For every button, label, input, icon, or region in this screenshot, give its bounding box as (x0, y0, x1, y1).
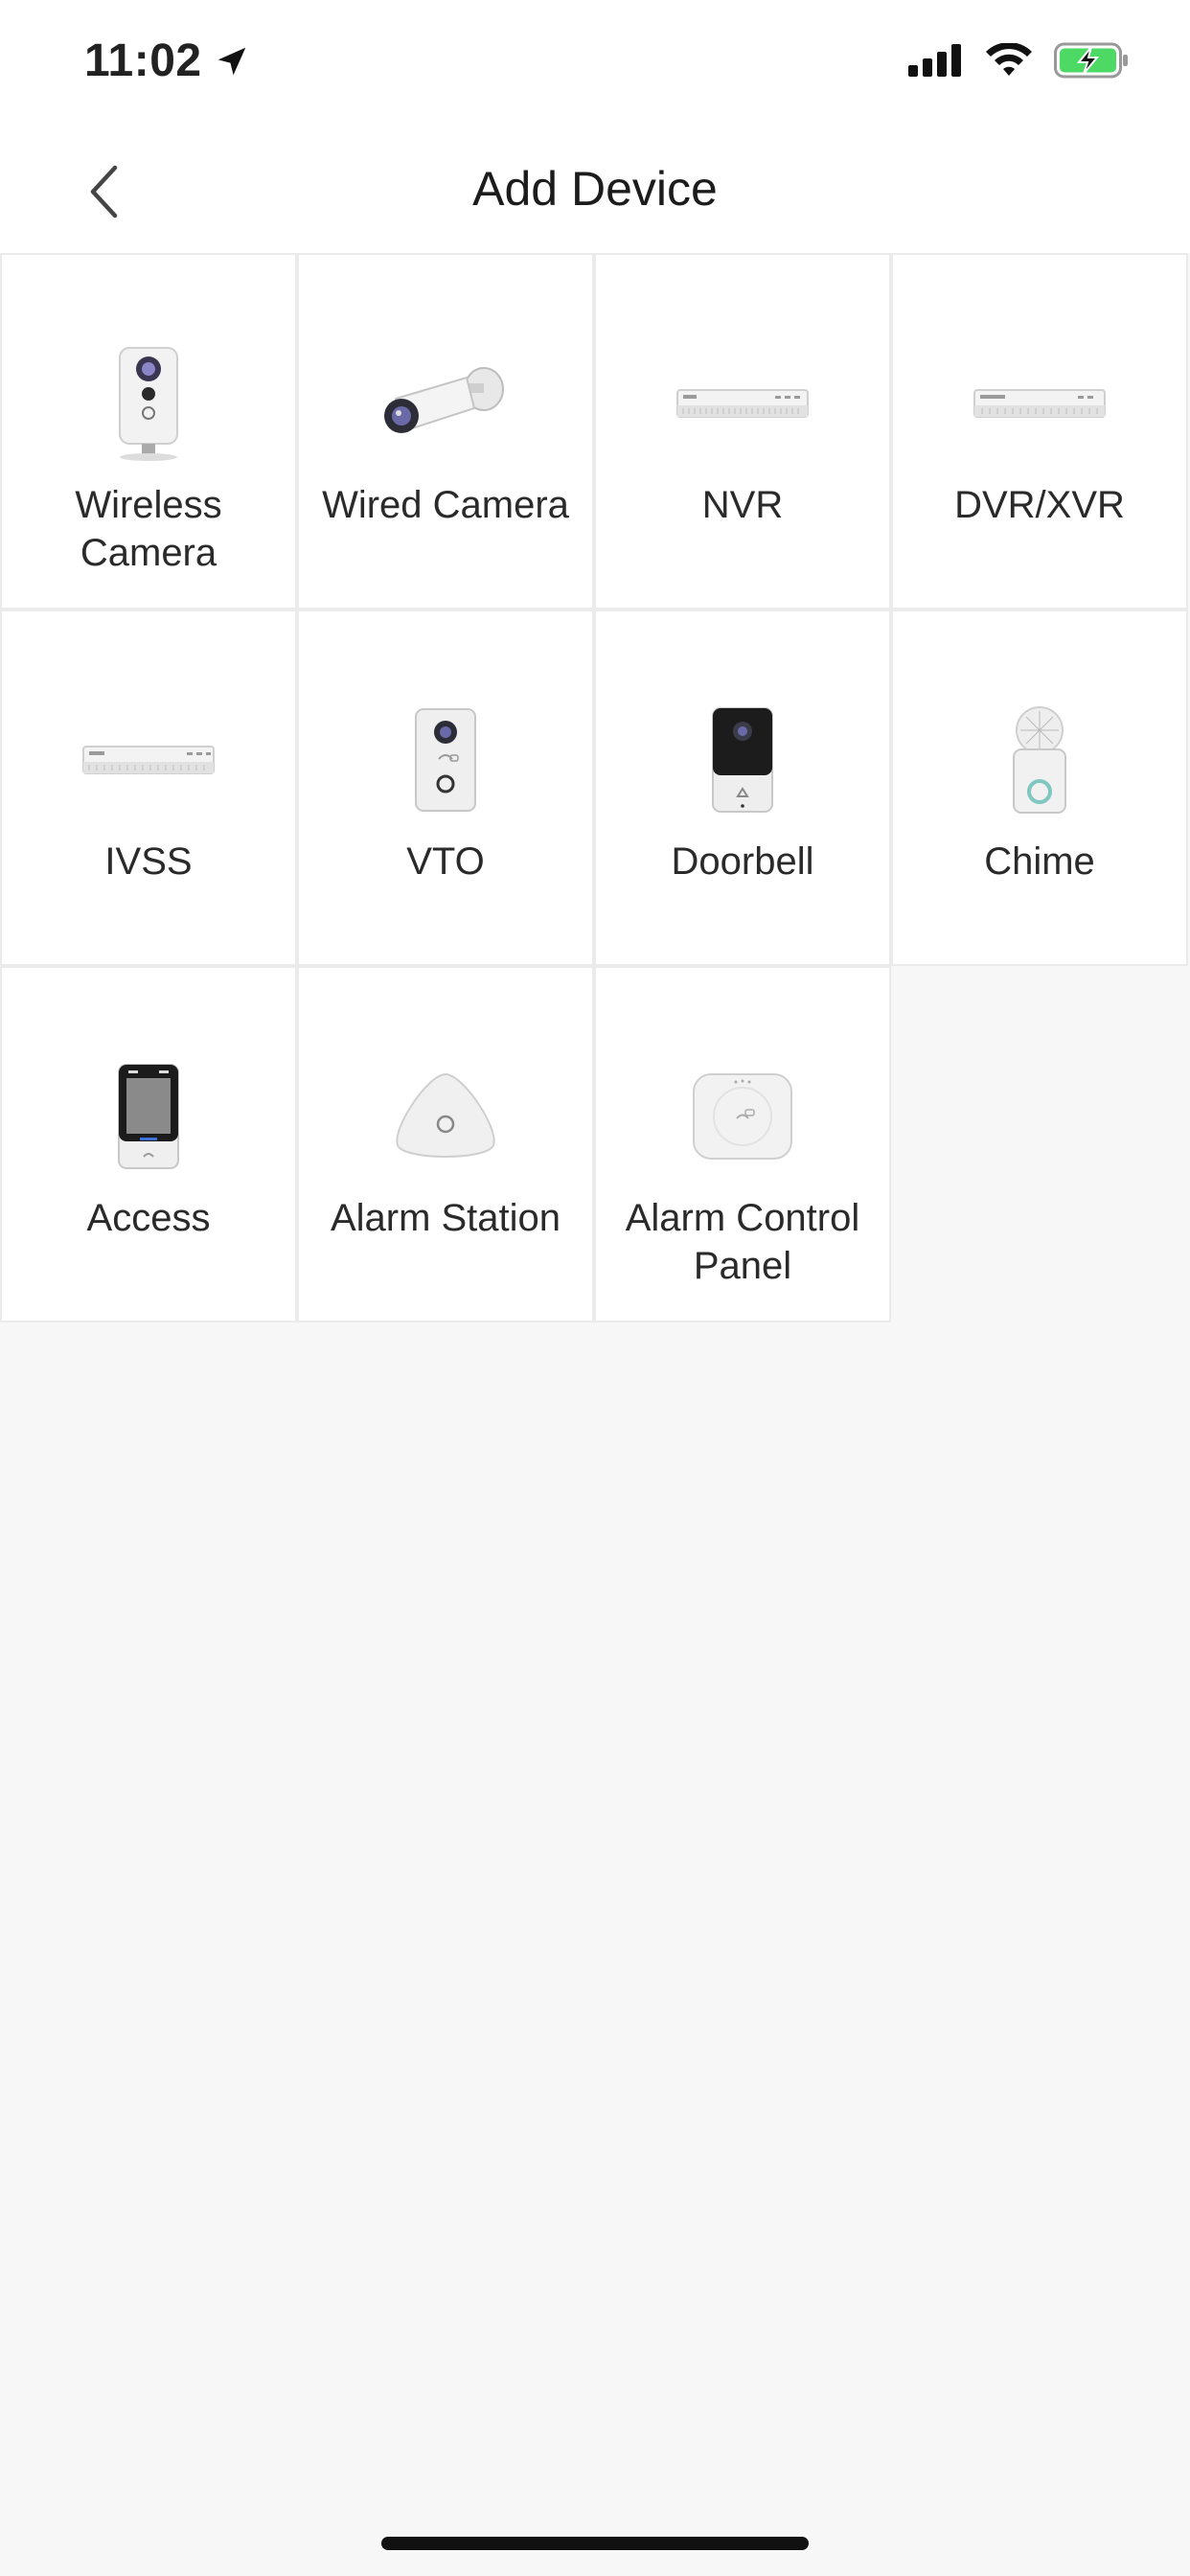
nvr-icon (676, 389, 809, 418)
battery-charging-icon (1054, 42, 1128, 79)
device-label: Alarm Station (330, 1197, 561, 1239)
device-tile-ivss[interactable]: IVSS (0, 610, 297, 966)
device-label: NVR (701, 484, 784, 526)
cellular-signal-icon (908, 44, 961, 77)
device-grid: Wireless Camera Wired Camera NVR DVR/XVR… (0, 253, 1190, 1322)
device-label: Chime (984, 840, 1095, 883)
page-title: Add Device (472, 162, 718, 216)
ivss-icon (82, 746, 215, 774)
wired-camera-icon (384, 367, 504, 433)
device-tile-dvr-xvr[interactable]: DVR/XVR (891, 253, 1188, 610)
device-tile-alarm-control-panel[interactable]: Alarm Control Panel (594, 966, 891, 1322)
device-tile-nvr[interactable]: NVR (594, 253, 891, 610)
vto-icon (415, 708, 476, 812)
status-icons (908, 42, 1131, 79)
alarm-control-panel-icon (693, 1073, 792, 1160)
wireless-camera-icon (119, 347, 178, 461)
device-label: Access (86, 1197, 211, 1239)
device-tile-alarm-station[interactable]: Alarm Station (297, 966, 594, 1322)
chime-icon (1013, 706, 1066, 814)
device-label: Wired Camera (322, 484, 569, 526)
location-arrow-icon (217, 47, 245, 75)
device-tile-chime[interactable]: Chime (891, 610, 1188, 966)
device-tile-access[interactable]: Access (0, 966, 297, 1322)
device-label: Alarm Control Panel (625, 1197, 860, 1287)
status-bar: 11:02 (0, 0, 1190, 126)
alarm-station-icon (396, 1072, 495, 1158)
device-tile-vto[interactable]: VTO (297, 610, 594, 966)
time-text: 11:02 (84, 35, 202, 86)
nav-bar: Add Device (0, 126, 1190, 253)
device-label: DVR/XVR (954, 484, 1125, 526)
wifi-icon (986, 43, 1032, 76)
device-label: Wireless Camera (75, 484, 222, 574)
device-label: IVSS (104, 840, 193, 883)
status-time: 11:02 (84, 34, 250, 87)
device-label: VTO (406, 840, 485, 883)
device-tile-wireless-camera[interactable]: Wireless Camera (0, 253, 297, 610)
device-label: Doorbell (671, 840, 814, 883)
dvr-xvr-icon (973, 389, 1106, 418)
device-tile-doorbell[interactable]: Doorbell (594, 610, 891, 966)
doorbell-icon (712, 707, 773, 813)
access-icon (118, 1064, 179, 1169)
device-tile-wired-camera[interactable]: Wired Camera (297, 253, 594, 610)
home-indicator[interactable] (381, 2537, 809, 2550)
